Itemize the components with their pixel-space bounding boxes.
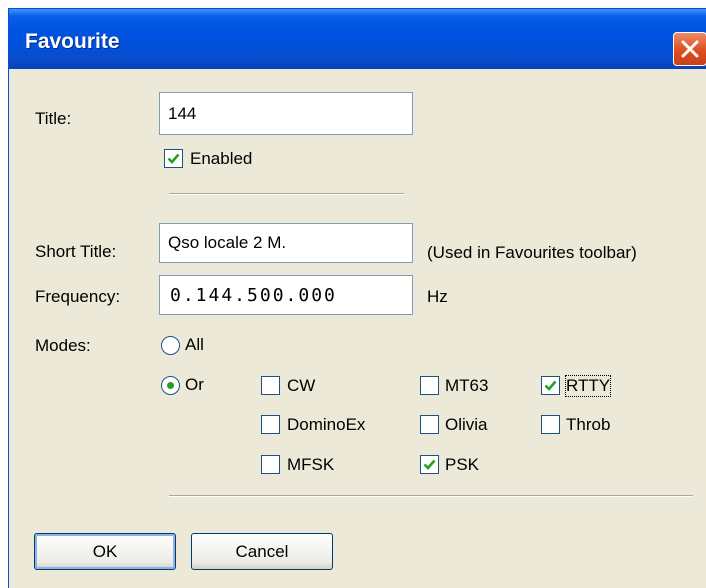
throb-checkbox[interactable] [541, 415, 560, 434]
all-radio[interactable] [161, 336, 180, 355]
frequency-input[interactable]: 0.144.500.000 [159, 275, 413, 315]
title-label: Title: [35, 109, 72, 128]
ok-button-label: OK [92, 541, 118, 561]
dominoex-label: DominoEx [287, 415, 366, 434]
or-radio[interactable] [161, 376, 180, 395]
cancel-button-label: Cancel [235, 541, 289, 561]
short-title-label: Short Title: [35, 242, 117, 261]
ok-button[interactable]: OK [34, 533, 176, 570]
or-radio-label: Or [185, 375, 204, 394]
separator [169, 193, 404, 195]
enabled-checkbox[interactable] [164, 149, 183, 168]
cw-label: CW [287, 376, 316, 395]
olivia-checkbox[interactable] [420, 415, 439, 434]
mfsk-label: MFSK [287, 455, 335, 474]
radio-selected-dot [167, 382, 174, 389]
checkmark-icon [544, 380, 557, 391]
all-radio-label: All [185, 335, 204, 354]
cw-checkbox[interactable] [261, 376, 280, 395]
olivia-label: Olivia [445, 415, 488, 434]
psk-label: PSK [445, 455, 480, 474]
frequency-input-value: 0.144.500.000 [170, 284, 337, 306]
short-title-hint: (Used in Favourites toolbar) [427, 243, 637, 262]
frequency-label: Frequency: [35, 287, 121, 306]
title-input[interactable]: 144 [159, 92, 413, 135]
psk-checkbox[interactable] [420, 455, 439, 474]
short-title-input-value: Qso locale 2 M. [168, 233, 287, 252]
title-input-value: 144 [168, 103, 197, 123]
frequency-unit: Hz [427, 287, 448, 306]
close-icon [681, 40, 699, 58]
mt63-label: MT63 [445, 376, 489, 395]
dominoex-checkbox[interactable] [261, 415, 280, 434]
mt63-checkbox[interactable] [420, 376, 439, 395]
modes-label: Modes: [35, 336, 91, 355]
separator [169, 495, 693, 497]
short-title-input[interactable]: Qso locale 2 M. [159, 223, 413, 263]
title-bar[interactable]: Favourite [9, 9, 706, 69]
close-button[interactable] [673, 32, 706, 66]
mfsk-checkbox[interactable] [261, 455, 280, 474]
checkmark-icon [167, 153, 180, 164]
checkmark-icon [423, 459, 436, 470]
favourite-dialog: Favourite Title: 144 Enabled Short Title… [8, 8, 706, 588]
rtty-label: RTTY [564, 375, 612, 397]
cancel-button[interactable]: Cancel [191, 533, 333, 570]
throb-label: Throb [566, 415, 611, 434]
rtty-checkbox[interactable] [541, 376, 560, 395]
dialog-title: Favourite [25, 30, 120, 53]
enabled-label: Enabled [190, 149, 253, 168]
